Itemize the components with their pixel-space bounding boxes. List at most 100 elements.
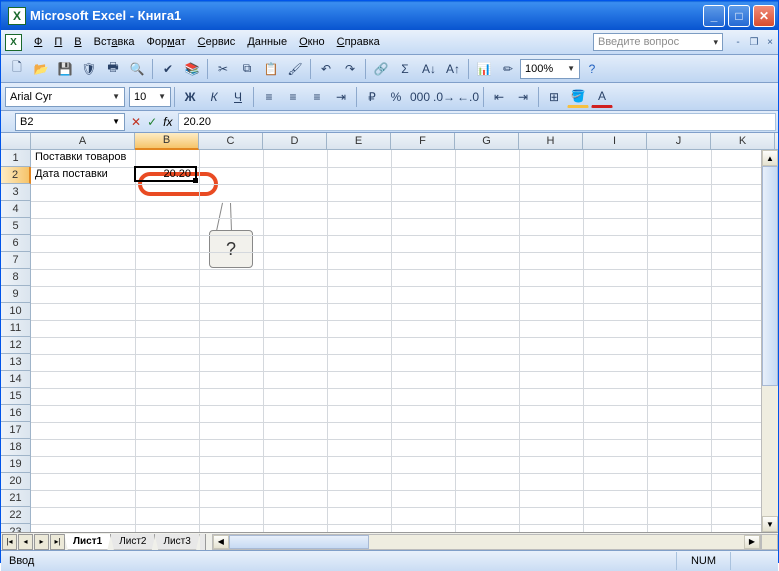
- preview-icon[interactable]: 🔍: [126, 58, 148, 80]
- cells-area[interactable]: ? Поставки товаровДата поставки20.20: [31, 150, 778, 532]
- font-name-combo[interactable]: Arial Cyr▼: [5, 87, 125, 107]
- menu-window[interactable]: Окно: [293, 33, 331, 51]
- paste-icon[interactable]: 📋: [260, 58, 282, 80]
- row-header[interactable]: 5: [1, 218, 31, 235]
- row-header[interactable]: 7: [1, 252, 31, 269]
- horizontal-scrollbar[interactable]: ◀ ▶: [212, 534, 761, 550]
- column-header[interactable]: A: [31, 133, 135, 149]
- column-header[interactable]: F: [391, 133, 455, 149]
- row-header[interactable]: 15: [1, 388, 31, 405]
- cell-value[interactable]: Дата поставки: [32, 167, 111, 181]
- menu-help[interactable]: Справка: [331, 33, 386, 51]
- row-header[interactable]: 20: [1, 473, 31, 490]
- row-header[interactable]: 10: [1, 303, 31, 320]
- excel-small-icon[interactable]: X: [5, 34, 22, 51]
- column-header[interactable]: D: [263, 133, 327, 149]
- tab-first-icon[interactable]: |◂: [2, 534, 17, 550]
- formula-input[interactable]: 20.20: [178, 113, 776, 131]
- column-header[interactable]: J: [647, 133, 711, 149]
- drawing-icon[interactable]: ✏: [497, 58, 519, 80]
- sheet-tab[interactable]: Лист2: [110, 534, 155, 550]
- decrease-decimal-icon[interactable]: ←.0: [457, 86, 479, 108]
- column-header[interactable]: C: [199, 133, 263, 149]
- column-header[interactable]: I: [583, 133, 647, 149]
- font-size-combo[interactable]: 10▼: [129, 87, 171, 107]
- help-search-input[interactable]: Введите вопрос: [593, 33, 723, 51]
- row-header[interactable]: 9: [1, 286, 31, 303]
- chart-icon[interactable]: 📊: [473, 58, 495, 80]
- hscroll-thumb[interactable]: [229, 535, 369, 549]
- tab-prev-icon[interactable]: ◂: [18, 534, 33, 550]
- tab-last-icon[interactable]: ▸|: [50, 534, 65, 550]
- increase-decimal-icon[interactable]: .0→: [433, 86, 455, 108]
- sheet-tab[interactable]: Лист3: [154, 534, 199, 550]
- doc-restore-button[interactable]: ❐: [747, 35, 761, 49]
- spelling-icon[interactable]: ✔: [157, 58, 179, 80]
- enter-icon[interactable]: ✓: [147, 115, 157, 129]
- align-center-icon[interactable]: ≡: [282, 86, 304, 108]
- sort-asc-icon[interactable]: A↓: [418, 58, 440, 80]
- cell-value[interactable]: 20.20: [136, 167, 194, 181]
- increase-indent-icon[interactable]: ⇥: [512, 86, 534, 108]
- format-painter-icon[interactable]: 🖌: [284, 58, 306, 80]
- borders-icon[interactable]: ⊞: [543, 86, 565, 108]
- minimize-button[interactable]: _: [703, 5, 725, 27]
- tab-next-icon[interactable]: ▸: [34, 534, 49, 550]
- vertical-scrollbar[interactable]: ▲ ▼: [761, 150, 778, 532]
- doc-close-button[interactable]: ×: [763, 35, 777, 49]
- menu-file[interactable]: Ф: [28, 33, 48, 51]
- row-header[interactable]: 14: [1, 371, 31, 388]
- select-all-corner[interactable]: [1, 133, 31, 149]
- column-header[interactable]: B: [135, 133, 199, 150]
- sort-desc-icon[interactable]: A↑: [442, 58, 464, 80]
- cut-icon[interactable]: ✂: [212, 58, 234, 80]
- save-icon[interactable]: 💾: [54, 58, 76, 80]
- open-icon[interactable]: 📂: [30, 58, 52, 80]
- vscroll-thumb[interactable]: [762, 166, 778, 386]
- bold-icon[interactable]: Ж: [179, 86, 201, 108]
- zoom-combo[interactable]: 100%▼: [520, 59, 580, 79]
- font-color-icon[interactable]: A: [591, 86, 613, 108]
- scroll-left-icon[interactable]: ◀: [213, 535, 229, 549]
- percent-icon[interactable]: %: [385, 86, 407, 108]
- row-header[interactable]: 1: [1, 150, 31, 167]
- row-header[interactable]: 2: [1, 167, 31, 184]
- underline-icon[interactable]: Ч: [227, 86, 249, 108]
- help-icon[interactable]: ?: [581, 58, 603, 80]
- fx-icon[interactable]: fx: [163, 115, 172, 129]
- column-header[interactable]: E: [327, 133, 391, 149]
- row-header[interactable]: 11: [1, 320, 31, 337]
- close-button[interactable]: ✕: [753, 5, 775, 27]
- align-right-icon[interactable]: ≡: [306, 86, 328, 108]
- menu-data[interactable]: Данные: [241, 33, 293, 51]
- currency-icon[interactable]: ₽: [361, 86, 383, 108]
- column-header[interactable]: G: [455, 133, 519, 149]
- permission-icon[interactable]: 🛡: [78, 58, 100, 80]
- copy-icon[interactable]: ⧉: [236, 58, 258, 80]
- menu-tools[interactable]: Сервис: [192, 33, 242, 51]
- menu-edit[interactable]: П: [48, 33, 68, 51]
- italic-icon[interactable]: К: [203, 86, 225, 108]
- row-header[interactable]: 6: [1, 235, 31, 252]
- menu-view[interactable]: В: [68, 33, 87, 51]
- row-header[interactable]: 22: [1, 507, 31, 524]
- maximize-button[interactable]: □: [728, 5, 750, 27]
- redo-icon[interactable]: ↷: [339, 58, 361, 80]
- decrease-indent-icon[interactable]: ⇤: [488, 86, 510, 108]
- merge-center-icon[interactable]: ⇥: [330, 86, 352, 108]
- row-header[interactable]: 13: [1, 354, 31, 371]
- row-header[interactable]: 12: [1, 337, 31, 354]
- cancel-icon[interactable]: ✕: [131, 115, 141, 129]
- hyperlink-icon[interactable]: 🔗: [370, 58, 392, 80]
- row-header[interactable]: 8: [1, 269, 31, 286]
- align-left-icon[interactable]: ≡: [258, 86, 280, 108]
- undo-icon[interactable]: ↶: [315, 58, 337, 80]
- doc-minimize-button[interactable]: -: [731, 35, 745, 49]
- row-header[interactable]: 23: [1, 524, 31, 532]
- menu-format[interactable]: Формат: [141, 33, 192, 51]
- print-icon[interactable]: 🖶: [102, 58, 124, 80]
- menu-insert[interactable]: Вставка: [88, 33, 141, 51]
- scroll-up-icon[interactable]: ▲: [762, 150, 778, 166]
- row-header[interactable]: 16: [1, 405, 31, 422]
- row-header[interactable]: 19: [1, 456, 31, 473]
